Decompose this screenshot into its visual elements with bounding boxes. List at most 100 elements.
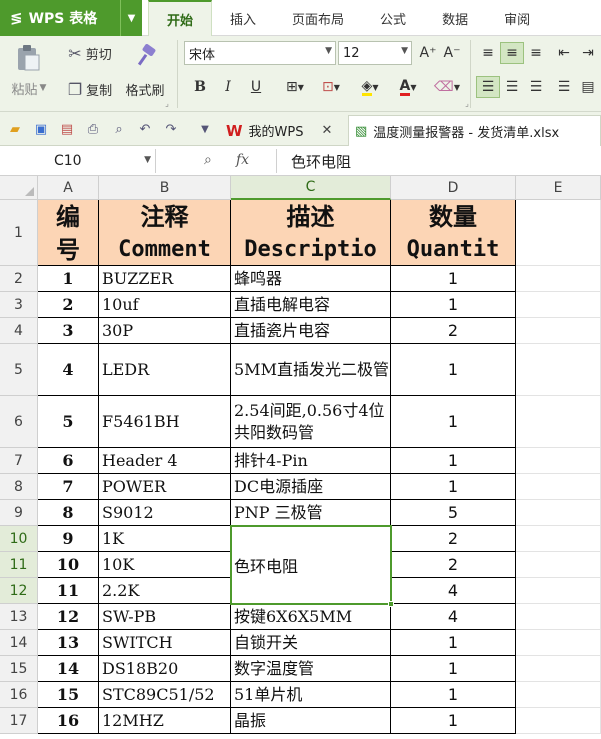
cell-comment[interactable]: 12MHZ	[99, 708, 231, 734]
column-header-d[interactable]: D	[391, 176, 516, 200]
row-header[interactable]: 5	[0, 344, 38, 396]
header-cell-quantity[interactable]: 数量 Quantit	[391, 200, 516, 266]
cell-description[interactable]: 数字温度管	[231, 656, 391, 682]
cell-comment[interactable]: SWITCH	[99, 630, 231, 656]
align-middle-icon[interactable]: ≡	[500, 42, 524, 64]
borders-button[interactable]: ⊞ ▼	[278, 76, 312, 98]
cut-button[interactable]: ✂ 剪切	[60, 42, 120, 64]
cell-empty[interactable]	[516, 448, 601, 474]
align-left-icon[interactable]: ☰	[476, 76, 500, 98]
column-header-c[interactable]: C	[231, 176, 391, 200]
cell-quantity[interactable]: 2	[391, 526, 516, 552]
cell-description[interactable]: 排针4-Pin	[231, 448, 391, 474]
header-cell-comment[interactable]: 注释 Comment	[99, 200, 231, 266]
indent-decrease-icon[interactable]: ⇤	[552, 42, 576, 64]
cell-quantity[interactable]: 5	[391, 500, 516, 526]
spreadsheet-grid[interactable]: A B C D E 1 2 3 4 5 6 7 8 9 10 11 12 13 14 15 16 17 编号注释 C…	[0, 176, 601, 739]
cell-empty[interactable]	[516, 396, 601, 448]
customize-toolbar-icon[interactable]: ▼	[196, 120, 214, 138]
cell-number[interactable]: 14	[38, 656, 99, 682]
cell-number[interactable]: 7	[38, 474, 99, 500]
insert-function-button[interactable]: fx	[236, 152, 249, 168]
tab-formulas[interactable]: 公式	[362, 0, 424, 36]
row-header[interactable]: 11	[0, 552, 38, 578]
tab-spreadsheet-file[interactable]: ▧ 温度测量报警器 - 发货清单.xlsx	[348, 115, 601, 146]
cell-description[interactable]: PNP 三极管	[231, 500, 391, 526]
distributed-icon[interactable]: ▤	[576, 76, 600, 98]
cell-empty[interactable]	[516, 344, 601, 396]
brush-icon[interactable]	[128, 40, 168, 74]
row-header[interactable]: 9	[0, 500, 38, 526]
app-menu-button[interactable]: ≶ WPS 表格	[0, 0, 120, 36]
cell-number[interactable]: 2	[38, 292, 99, 318]
open-folder-icon[interactable]: ▰	[6, 120, 24, 138]
row-header[interactable]: 15	[0, 656, 38, 682]
tab-insert[interactable]: 插入	[212, 0, 274, 36]
cell-description[interactable]: DC电源插座	[231, 474, 391, 500]
cell-description[interactable]: 晶振	[231, 708, 391, 734]
zoom-icon[interactable]: ⌕	[204, 152, 212, 168]
cell-number[interactable]: 5	[38, 396, 99, 448]
cell-number[interactable]: 8	[38, 500, 99, 526]
tab-data[interactable]: 数据	[424, 0, 486, 36]
cell-empty[interactable]	[516, 500, 601, 526]
cell-quantity[interactable]: 1	[391, 474, 516, 500]
cell-number[interactable]: 9	[38, 526, 99, 552]
underline-button[interactable]: U	[244, 76, 268, 98]
cell-empty[interactable]	[516, 292, 601, 318]
row-header[interactable]: 6	[0, 396, 38, 448]
copy-button[interactable]: ❐ 复制	[60, 78, 120, 100]
column-header-a[interactable]: A	[38, 176, 99, 200]
row-header[interactable]: 4	[0, 318, 38, 344]
column-header-b[interactable]: B	[99, 176, 231, 200]
cell-quantity[interactable]: 1	[391, 682, 516, 708]
cell-empty[interactable]	[516, 318, 601, 344]
cell-quantity[interactable]: 2	[391, 318, 516, 344]
cell-comment[interactable]: DS18B20	[99, 656, 231, 682]
cell-empty[interactable]	[516, 578, 601, 604]
cell-comment[interactable]: 10K	[99, 552, 231, 578]
cell-comment[interactable]: F5461BH	[99, 396, 231, 448]
cell-quantity[interactable]: 1	[391, 448, 516, 474]
cell-description[interactable]: 按键6X6X5MM	[231, 604, 391, 630]
print-icon[interactable]: ⎙	[84, 120, 102, 138]
indent-increase-icon[interactable]: ⇥	[576, 42, 600, 64]
cell-description[interactable]: 直插瓷片电容	[231, 318, 391, 344]
cell-description-merged[interactable]: 色环电阻	[231, 526, 391, 604]
cell-quantity[interactable]: 4	[391, 604, 516, 630]
header-cell-description[interactable]: 描述 Descriptio	[231, 200, 391, 266]
cell-description[interactable]: 2.54间距,0.56寸4位共阳数码管	[231, 396, 391, 448]
shrink-font-button[interactable]: A⁻	[440, 42, 464, 64]
bold-button[interactable]: B	[188, 76, 212, 98]
app-menu-dropdown-icon[interactable]: ▼	[120, 0, 142, 36]
cell-comment[interactable]: Header 4	[99, 448, 231, 474]
font-name-combo[interactable]: 宋体 ▼	[184, 41, 336, 65]
font-color-button[interactable]: A ▼	[390, 76, 426, 98]
row-header[interactable]: 17	[0, 708, 38, 734]
cell-description[interactable]: 51单片机	[231, 682, 391, 708]
header-cell-number[interactable]: 编号	[38, 200, 99, 266]
cell-number[interactable]: 12	[38, 604, 99, 630]
tab-page-layout[interactable]: 页面布局	[274, 0, 362, 36]
align-top-icon[interactable]: ≡	[476, 42, 500, 64]
cell-empty[interactable]	[516, 552, 601, 578]
cell-comment[interactable]: POWER	[99, 474, 231, 500]
cell-quantity[interactable]: 2	[391, 552, 516, 578]
cell-number[interactable]: 6	[38, 448, 99, 474]
align-center-icon[interactable]: ☰	[500, 76, 524, 98]
paste-button[interactable]: 粘贴 ▼	[6, 78, 52, 98]
format-painter-button[interactable]: 格式刷	[120, 78, 170, 100]
print-preview-icon[interactable]: ⌕	[110, 120, 128, 138]
cell-number[interactable]: 10	[38, 552, 99, 578]
row-header[interactable]: 16	[0, 682, 38, 708]
cell-number[interactable]: 16	[38, 708, 99, 734]
cell-quantity[interactable]: 4	[391, 578, 516, 604]
cell-comment[interactable]: 10uf	[99, 292, 231, 318]
tab-home[interactable]: 开始	[148, 0, 213, 36]
cell-empty[interactable]	[516, 200, 601, 266]
select-all-corner[interactable]	[0, 176, 38, 200]
name-box[interactable]: C10 ▼	[0, 149, 156, 173]
cell-comment[interactable]: 1K	[99, 526, 231, 552]
cell-number[interactable]: 1	[38, 266, 99, 292]
paste-icon[interactable]	[10, 42, 46, 74]
